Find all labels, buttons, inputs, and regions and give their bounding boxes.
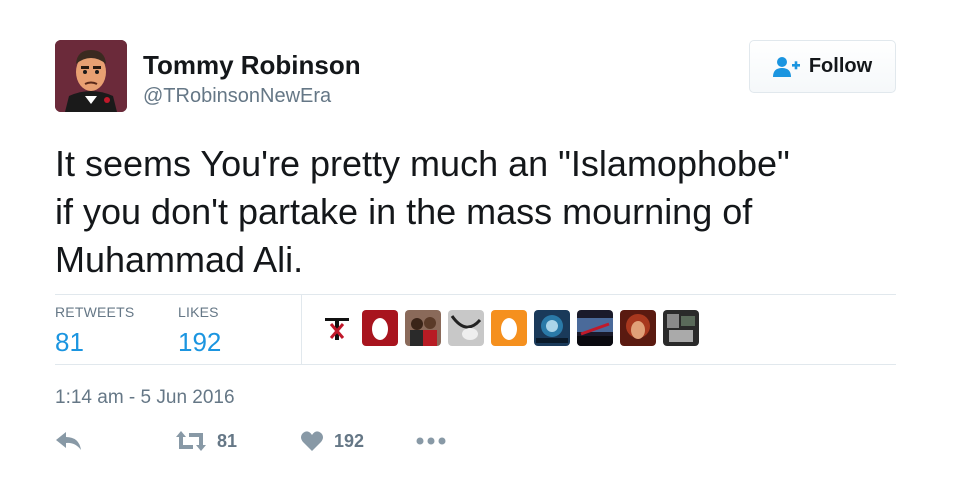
liker-avatar[interactable] (577, 310, 613, 346)
heart-icon (301, 431, 323, 451)
liker-avatar[interactable] (491, 310, 527, 346)
retweets-label: RETWEETS (55, 304, 135, 320)
reply-button[interactable] (55, 430, 83, 452)
liker-avatars (319, 310, 699, 346)
avatar[interactable] (55, 40, 127, 112)
liker-avatar[interactable] (534, 310, 570, 346)
liker-avatar[interactable] (620, 310, 656, 346)
display-name[interactable]: Tommy Robinson (143, 50, 361, 80)
like-count: 192 (334, 430, 365, 451)
more-button[interactable] (415, 430, 447, 452)
retweet-count: 81 (217, 430, 238, 451)
liker-avatar[interactable] (319, 310, 355, 346)
tweet-text: It seems You're pretty much an "Islamoph… (55, 143, 790, 280)
user-handle[interactable]: @TRobinsonNewEra (143, 84, 331, 108)
retweets-stat[interactable]: RETWEETS 81 (55, 303, 134, 359)
reply-icon (56, 432, 81, 450)
more-icon (416, 437, 446, 445)
likes-count: 192 (178, 327, 222, 357)
likes-label: LIKES (178, 304, 219, 320)
follow-button[interactable]: Follow (749, 40, 896, 93)
liker-avatar[interactable] (405, 310, 441, 346)
liker-avatar[interactable] (448, 310, 484, 346)
like-button[interactable]: 192 (300, 430, 364, 452)
likes-stat[interactable]: LIKES 192 (178, 303, 221, 359)
tweet-timestamp[interactable]: 1:14 am - 5 Jun 2016 (55, 386, 235, 410)
stats-bottom-divider (55, 364, 896, 365)
stats-separator (301, 294, 302, 364)
follow-user-plus-icon (772, 56, 800, 77)
follow-button-label: Follow (808, 55, 873, 77)
retweet-icon (176, 431, 206, 451)
liker-avatar[interactable] (663, 310, 699, 346)
retweet-button[interactable]: 81 (175, 430, 237, 452)
stats-top-divider (55, 294, 896, 295)
retweets-count: 81 (55, 327, 84, 357)
liker-avatar[interactable] (362, 310, 398, 346)
avatar-cartoon-image (55, 40, 127, 112)
